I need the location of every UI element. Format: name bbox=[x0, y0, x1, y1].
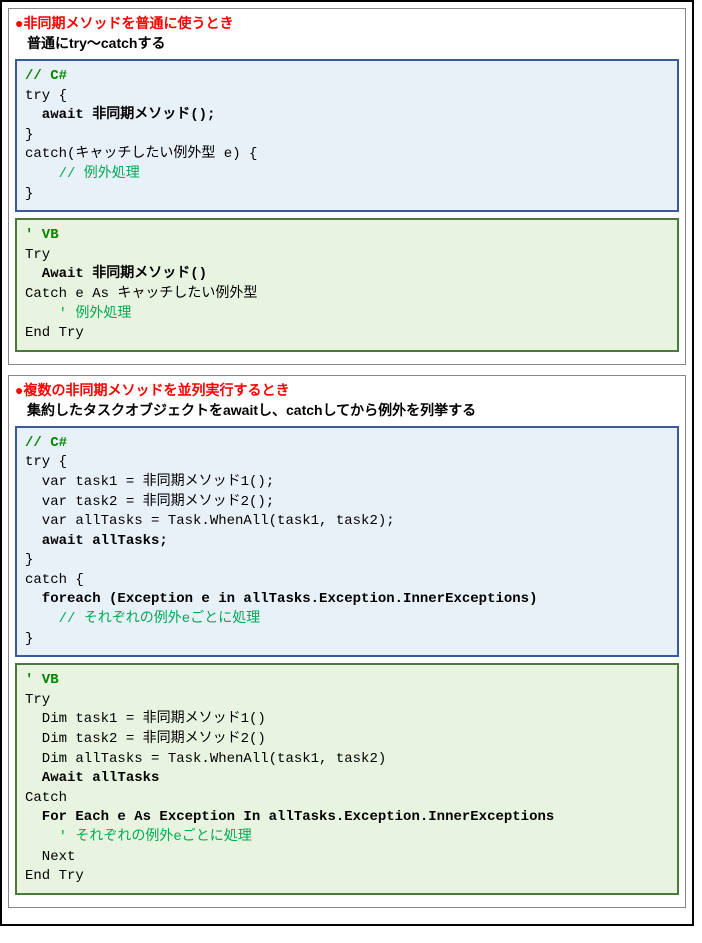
code-line: Dim task2 = 非同期メソッド2() bbox=[25, 731, 266, 747]
code-line: catch(キャッチしたい例外型 e) { bbox=[25, 146, 257, 162]
code-line: var allTasks = Task.WhenAll(task1, task2… bbox=[25, 513, 395, 529]
code-line: // 例外処理 bbox=[25, 166, 140, 182]
code-line: ' 例外処理 bbox=[25, 306, 131, 322]
code-line: End Try bbox=[25, 325, 84, 341]
code-line: ' VB bbox=[25, 672, 59, 688]
code-line: var task2 = 非同期メソッド2(); bbox=[25, 494, 274, 510]
code-line: Catch e As キャッチしたい例外型 bbox=[25, 286, 257, 302]
code-line: // C# bbox=[25, 68, 67, 84]
section-parallel-async: ●複数の非同期メソッドを並列実行するとき 集約したタスクオブジェクトをawait… bbox=[8, 375, 686, 908]
code-line: Await allTasks bbox=[25, 770, 159, 786]
code-vb-basic: ' VB Try Await 非同期メソッド() Catch e As キャッチ… bbox=[15, 218, 679, 352]
code-line: For Each e As Exception In allTasks.Exce… bbox=[25, 809, 554, 825]
section2-subtitle: 集約したタスクオブジェクトをawaitし、catchしてから例外を列挙する bbox=[27, 400, 679, 420]
code-line: End Try bbox=[25, 868, 84, 884]
code-vb-parallel: ' VB Try Dim task1 = 非同期メソッド1() Dim task… bbox=[15, 663, 679, 895]
page-frame: ●非同期メソッドを普通に使うとき 普通にtry～catchする // C# tr… bbox=[0, 0, 694, 926]
code-line: foreach (Exception e in allTasks.Excepti… bbox=[25, 591, 537, 607]
code-line: ' それぞれの例外eごとに処理 bbox=[25, 829, 252, 845]
code-line: Await 非同期メソッド() bbox=[25, 266, 207, 282]
section1-subtitle: 普通にtry～catchする bbox=[27, 33, 679, 53]
section2-title: ●複数の非同期メソッドを並列実行するとき bbox=[15, 380, 679, 400]
code-line: Dim task1 = 非同期メソッド1() bbox=[25, 711, 266, 727]
code-line: Next bbox=[25, 849, 75, 865]
code-line: catch { bbox=[25, 572, 84, 588]
code-line: Try bbox=[25, 692, 50, 708]
code-csharp-basic: // C# try { await 非同期メソッド(); } catch(キャッ… bbox=[15, 59, 679, 212]
code-line: } bbox=[25, 631, 33, 647]
code-line: } bbox=[25, 552, 33, 568]
code-line: ' VB bbox=[25, 227, 59, 243]
code-line: // それぞれの例外eごとに処理 bbox=[25, 611, 260, 627]
code-line: Dim allTasks = Task.WhenAll(task1, task2… bbox=[25, 751, 386, 767]
code-line: await allTasks; bbox=[25, 533, 168, 549]
code-line: await 非同期メソッド(); bbox=[25, 107, 215, 123]
code-line: try { bbox=[25, 454, 67, 470]
code-csharp-parallel: // C# try { var task1 = 非同期メソッド1(); var … bbox=[15, 426, 679, 658]
code-line: } bbox=[25, 127, 33, 143]
section1-title: ●非同期メソッドを普通に使うとき bbox=[15, 13, 679, 33]
code-line: var task1 = 非同期メソッド1(); bbox=[25, 474, 274, 490]
code-line: Try bbox=[25, 247, 50, 263]
code-line: } bbox=[25, 186, 33, 202]
code-line: Catch bbox=[25, 790, 67, 806]
code-line: // C# bbox=[25, 435, 67, 451]
section-basic-async: ●非同期メソッドを普通に使うとき 普通にtry～catchする // C# tr… bbox=[8, 8, 686, 365]
code-line: try { bbox=[25, 88, 67, 104]
